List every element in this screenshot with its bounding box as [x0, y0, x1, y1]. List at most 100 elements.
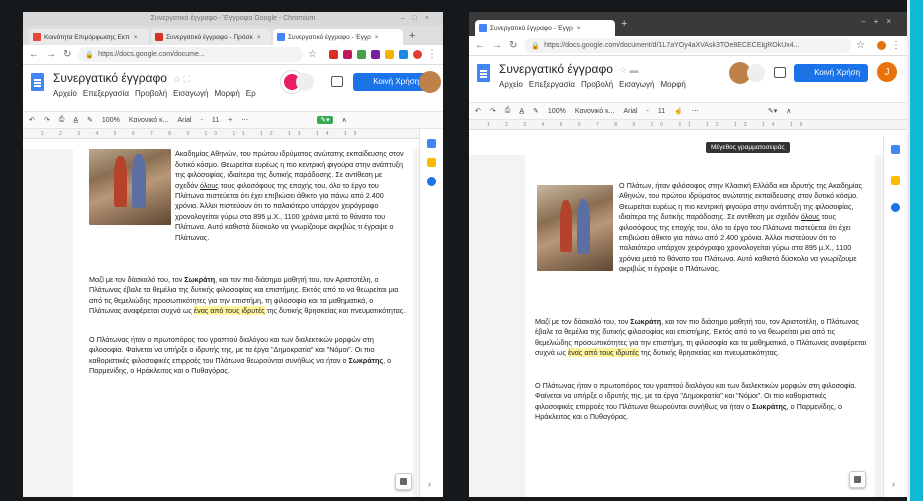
forward-icon[interactable]: → [492, 40, 502, 51]
font-select[interactable]: Arial [623, 108, 637, 115]
menu-format[interactable]: Μορφή [660, 80, 685, 89]
tab-docs[interactable]: Συνεργατικό έγγραφο - Έγγρ × [475, 20, 615, 36]
menu-file[interactable]: Αρχείο [53, 89, 77, 98]
tab-gmail[interactable]: Συνεργατικό έγγραφο - Πρόσκ × [151, 29, 271, 45]
style-select[interactable]: Κανονικό κ... [129, 117, 169, 124]
close-icon[interactable]: × [375, 34, 379, 41]
extension-icon[interactable] [385, 50, 394, 59]
doc-title[interactable]: Συνεργατικό έγγραφο [499, 62, 613, 76]
bookmark-star-icon[interactable]: ☆ [856, 40, 865, 51]
close-icon[interactable]: × [577, 25, 581, 32]
collaborator-avatar[interactable] [296, 73, 314, 91]
tasks-icon[interactable] [427, 177, 436, 186]
document-page[interactable]: Ο Πλάτων, ήταν φιλόσοφος στην Κλασική Ελ… [525, 155, 875, 497]
window-titlebar[interactable]: Συνεργατικό έγγραφο - Έγγραφα Google - C… [23, 12, 443, 26]
spellcheck-icon[interactable]: A̲ [73, 117, 78, 124]
profile-icon[interactable] [877, 41, 886, 50]
window-controls[interactable]: –□× [401, 12, 437, 26]
zoom-select[interactable]: 100% [102, 117, 120, 124]
more-icon[interactable]: ⋯ [692, 107, 699, 115]
keep-icon[interactable] [427, 158, 436, 167]
tasks-icon[interactable] [891, 203, 900, 212]
forward-icon[interactable]: → [46, 49, 56, 60]
profile-icon[interactable] [413, 50, 422, 59]
back-icon[interactable]: ← [475, 40, 485, 51]
menu-edit[interactable]: Επεξεργασία [83, 89, 129, 98]
close-icon[interactable]: × [257, 34, 261, 41]
explore-button[interactable] [849, 471, 866, 488]
paragraph-2[interactable]: Μαζί με τον δάσκαλό του, τον Σωκράτη, κα… [89, 275, 407, 317]
user-avatar[interactable]: J [877, 62, 897, 82]
paragraph-1[interactable]: Ο Πλάτων, ήταν φιλόσοφος στην Κλασική Ελ… [175, 149, 407, 243]
back-icon[interactable]: ← [29, 49, 39, 60]
menu-insert[interactable]: Εισαγωγή [619, 80, 654, 89]
paragraph-3[interactable]: Ο Πλάτωνας ήταν ο πρωτοπόρος του γραπτού… [535, 381, 867, 423]
redo-icon[interactable]: ↷ [490, 107, 496, 115]
menu-insert[interactable]: Εισαγωγή [173, 89, 208, 98]
paragraph-2[interactable]: Μαζί με τον δάσκαλό του, τον Σωκράτη, κα… [535, 317, 867, 359]
editing-mode-icon[interactable]: ✎▾ [768, 107, 777, 115]
editing-mode-icon[interactable]: ✎▾ [317, 116, 333, 124]
document-canvas[interactable]: Ο Πλάτων, ήταν φιλόσοφος στην Κλασική Ελ… [469, 155, 883, 497]
new-tab-button[interactable]: + [621, 18, 627, 30]
spellcheck-icon[interactable]: A̲ [519, 108, 524, 115]
star-icon[interactable]: ☆ ⛶ [173, 74, 190, 84]
font-size-decrease[interactable]: - [647, 108, 649, 115]
doc-title[interactable]: Συνεργατικό έγγραφο [53, 71, 167, 85]
font-select[interactable]: Arial [177, 117, 191, 124]
font-size-input[interactable]: 11 [658, 108, 665, 115]
menu-kebab-icon[interactable]: ⋮ [891, 40, 901, 51]
docs-logo-icon[interactable] [477, 64, 490, 82]
collapse-icon[interactable]: ∧ [342, 116, 347, 124]
document-page[interactable]: Ο Πλάτων, ήταν φιλόσοφος στην Κλασική Ελ… [73, 149, 413, 497]
menu-tools[interactable]: Ερ [246, 89, 256, 98]
document-canvas[interactable]: Ο Πλάτων, ήταν φιλόσοφος στην Κλασική Ελ… [23, 149, 419, 497]
keep-icon[interactable] [891, 176, 900, 185]
more-icon[interactable]: ⋯ [241, 116, 248, 124]
ruler[interactable]: 1 2 3 4 5 6 7 8 9 10 11 12 13 14 15 [23, 129, 443, 139]
comments-icon[interactable] [331, 76, 343, 87]
star-icon[interactable]: ☆ ▬ [619, 65, 639, 75]
extension-icon[interactable] [399, 50, 408, 59]
menu-view[interactable]: Προβολή [581, 80, 613, 89]
menu-format[interactable]: Μορφή [214, 89, 239, 98]
comments-icon[interactable] [774, 67, 786, 78]
docs-logo-icon[interactable] [31, 73, 44, 91]
school-of-athens-image[interactable] [537, 185, 613, 271]
menu-kebab-icon[interactable]: ⋮ [427, 49, 437, 60]
undo-icon[interactable]: ↶ [475, 107, 481, 115]
zoom-select[interactable]: 100% [548, 108, 566, 115]
font-size-input[interactable]: 11 [212, 117, 219, 124]
school-of-athens-image[interactable] [89, 149, 171, 225]
paint-format-icon[interactable]: ✎ [533, 107, 539, 115]
font-size-increase[interactable]: + [228, 117, 232, 124]
redo-icon[interactable]: ↷ [44, 116, 50, 124]
bookmark-star-icon[interactable]: ☆ [308, 49, 317, 60]
paragraph-3[interactable]: Ο Πλάτωνας ήταν ο πρωτοπόρος του γραπτού… [89, 335, 407, 377]
calendar-icon[interactable] [427, 139, 436, 148]
explore-button[interactable] [395, 473, 412, 490]
user-avatar[interactable] [419, 71, 441, 93]
print-icon[interactable]: ⎙ [59, 116, 65, 124]
share-button[interactable]: 👤 Κοινή Χρήση [353, 73, 428, 91]
expand-panel-icon[interactable]: › [892, 479, 895, 489]
undo-icon[interactable]: ↶ [29, 116, 35, 124]
url-input[interactable]: 🔒 https://docs.google.com/document/d/1L7… [524, 38, 852, 53]
menu-view[interactable]: Προβολή [135, 89, 167, 98]
print-icon[interactable]: ⎙ [505, 107, 511, 115]
paint-format-icon[interactable]: ✎ [87, 116, 93, 124]
extension-icon[interactable] [329, 50, 338, 59]
collaborator-avatar[interactable] [747, 64, 765, 82]
font-size-decrease[interactable]: - [201, 117, 203, 124]
new-tab-button[interactable]: + [409, 30, 415, 42]
expand-panel-icon[interactable]: › [428, 479, 431, 489]
tab-community[interactable]: Κοινότητα Επιμόρφωσης Εκπ × [29, 29, 149, 45]
style-select[interactable]: Κανονικό κ... [575, 108, 615, 115]
share-button[interactable]: 👤 Κοινή Χρήση [794, 64, 869, 82]
reload-icon[interactable]: ↻ [509, 40, 517, 51]
tab-docs[interactable]: Συνεργατικό έγγραφο - Έγγρ × [273, 29, 403, 45]
menu-edit[interactable]: Επεξεργασία [529, 80, 575, 89]
paragraph-1[interactable]: Ο Πλάτων, ήταν φιλόσοφος στην Κλασική Ελ… [619, 181, 867, 275]
extension-icon[interactable] [357, 50, 366, 59]
ruler[interactable]: 1 2 3 4 5 6 7 8 9 10 11 12 13 14 15 [469, 120, 907, 130]
